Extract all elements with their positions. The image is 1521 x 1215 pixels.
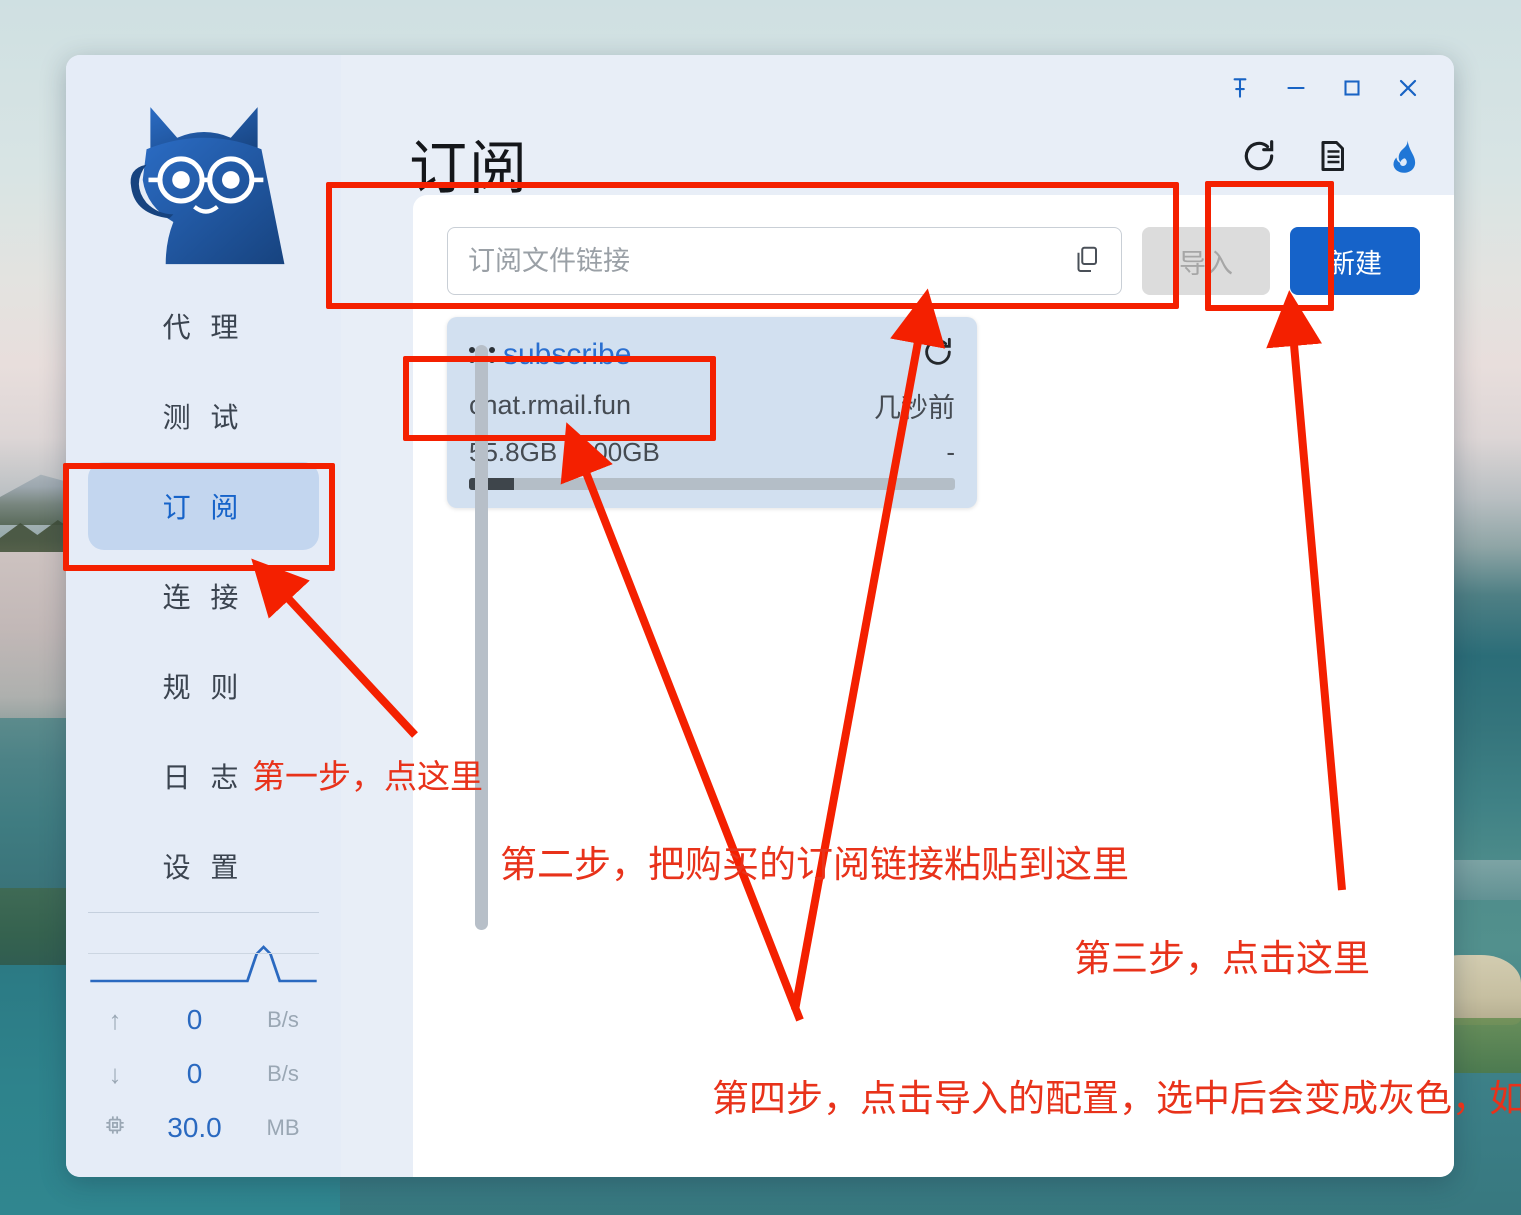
sparkline-path: [90, 945, 317, 983]
sidebar-nav: 代 理 测 试 订 阅 连 接 规 则 日 志 设 置: [66, 282, 341, 912]
subscription-url-field[interactable]: [447, 227, 1122, 295]
subscription-usage-row: 55.8GB / 600GB -: [469, 437, 955, 468]
subscription-list: subscribe chat.rmail.fun 几秒前 55.8GB / 60…: [413, 295, 1454, 508]
sidebar-item-label: 设 置: [162, 852, 245, 883]
refresh-icon[interactable]: [1240, 137, 1278, 175]
subscription-name: subscribe: [503, 337, 632, 371]
page-title: 订阅: [409, 136, 530, 201]
subscription-updated: 几秒前: [874, 393, 955, 423]
subscription-domain: chat.rmail.fun: [469, 390, 632, 420]
app-logo: [66, 55, 341, 282]
sidebar: 代 理 测 试 订 阅 连 接 规 则 日 志 设 置 ↑ 0 B/s ↓ 0 …: [66, 55, 341, 1177]
search-input[interactable]: [468, 245, 1071, 277]
memory-chip-icon: [88, 1112, 142, 1145]
content-panel: 导入 新建 subscribe: [413, 195, 1454, 1177]
traffic-sparkline: [88, 923, 319, 993]
sidebar-item-label: 代 理: [162, 312, 245, 343]
app-window: 代 理 测 试 订 阅 连 接 规 则 日 志 设 置 ↑ 0 B/s ↓ 0 …: [66, 55, 1454, 1177]
sidebar-item-connections[interactable]: 连 接: [88, 552, 319, 640]
arrow-up-icon: ↑: [108, 1004, 122, 1035]
subscription-card[interactable]: subscribe chat.rmail.fun 几秒前 55.8GB / 60…: [447, 317, 977, 508]
subscription-card-header: subscribe: [469, 335, 955, 374]
stat-memory: 30.0 MB: [88, 1101, 319, 1155]
new-button[interactable]: 新建: [1290, 227, 1420, 295]
sparkline-gridline: [88, 953, 319, 954]
usage-progress-bar: [469, 478, 955, 490]
subscription-usage: 55.8GB / 600GB: [469, 437, 660, 467]
sidebar-item-subscription[interactable]: 订 阅: [88, 462, 319, 550]
refresh-icon[interactable]: [921, 335, 955, 374]
copy-icon[interactable]: [1071, 244, 1101, 279]
sidebar-item-label: 连 接: [162, 582, 245, 613]
subscription-toolbar: 导入 新建: [413, 195, 1454, 295]
stats-divider: [88, 912, 319, 913]
stat-upload: ↑ 0 B/s: [88, 993, 319, 1047]
document-icon[interactable]: [1314, 138, 1350, 174]
subscription-domain-row: chat.rmail.fun 几秒前: [469, 386, 955, 425]
sidebar-item-test[interactable]: 测 试: [88, 372, 319, 460]
sidebar-item-logs[interactable]: 日 志: [88, 732, 319, 820]
upload-unit: B/s: [267, 1007, 299, 1032]
flame-icon[interactable]: [1386, 137, 1424, 175]
cat-logo-icon: [130, 106, 284, 264]
stat-download: ↓ 0 B/s: [88, 1047, 319, 1101]
sidebar-item-rules[interactable]: 规 则: [88, 642, 319, 730]
vertical-scrollbar[interactable]: [475, 345, 488, 930]
sidebar-item-label: 测 试: [162, 402, 245, 433]
sidebar-item-settings[interactable]: 设 置: [88, 822, 319, 910]
sidebar-item-proxy[interactable]: 代 理: [88, 282, 319, 370]
import-button[interactable]: 导入: [1142, 227, 1270, 295]
traffic-stats: ↑ 0 B/s ↓ 0 B/s 30.0 MB: [66, 912, 341, 1177]
memory-value: 30.0: [167, 1112, 222, 1143]
subscription-expiry: -: [946, 437, 955, 467]
upload-value: 0: [186, 1004, 203, 1035]
main-toolbar: [1240, 137, 1424, 175]
arrow-down-icon: ↓: [108, 1058, 122, 1089]
sidebar-item-label: 订 阅: [162, 492, 245, 523]
download-unit: B/s: [267, 1061, 299, 1086]
sidebar-item-label: 日 志: [162, 762, 245, 793]
sidebar-item-label: 规 则: [162, 672, 245, 703]
main-pane: 订阅 订阅文件链接 导入 新建 subscribe chat.rmail.fun…: [341, 55, 1454, 1177]
download-value: 0: [186, 1058, 203, 1089]
memory-unit: MB: [266, 1115, 300, 1140]
